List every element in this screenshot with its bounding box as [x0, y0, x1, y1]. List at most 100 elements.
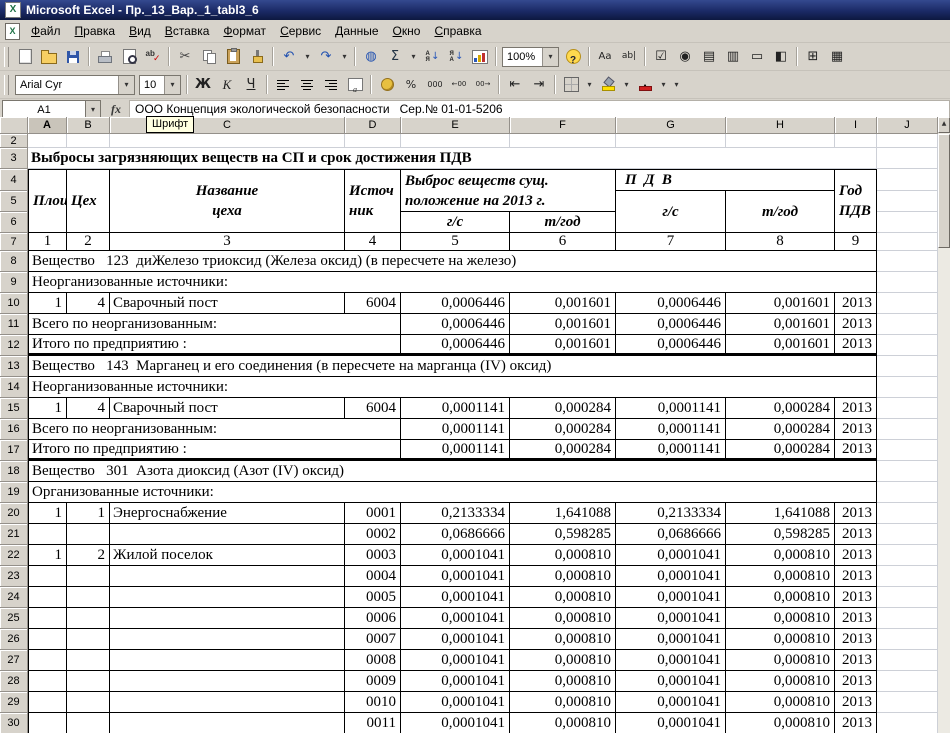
sheet-title-cell[interactable]: Выбросы загрязняющих веществ на СП и сро…	[28, 148, 877, 169]
cell[interactable]	[877, 293, 938, 314]
cell[interactable]: 0001	[345, 503, 401, 524]
row-header-27[interactable]: 27	[0, 650, 28, 671]
cell[interactable]	[67, 608, 110, 629]
new-workbook-button[interactable]	[13, 45, 37, 68]
chart-wizard-button[interactable]	[468, 45, 492, 68]
cell[interactable]: 0,000284	[510, 419, 616, 440]
cell[interactable]	[67, 692, 110, 713]
cell[interactable]: 6004	[345, 293, 401, 314]
scroll-up-icon[interactable]: ▲	[938, 117, 950, 133]
cell[interactable]: 0,001601	[510, 293, 616, 314]
cell[interactable]	[877, 650, 938, 671]
cell[interactable]: 0,0006446	[616, 335, 726, 356]
cell[interactable]	[877, 713, 938, 733]
zoom-combo[interactable]: 100%▾	[502, 47, 559, 67]
font-color-dropdown-icon[interactable]: ▾	[657, 73, 670, 96]
row-header-12[interactable]: 12	[0, 335, 28, 356]
cell[interactable]: 0006	[345, 608, 401, 629]
cell[interactable]	[28, 650, 67, 671]
cell[interactable]: 0,598285	[510, 524, 616, 545]
total-label-cell[interactable]: Итого по предприятию :	[28, 335, 401, 356]
column-header-d[interactable]: D	[345, 117, 401, 134]
cell[interactable]: 0,001601	[510, 335, 616, 356]
cell[interactable]: 2013	[835, 650, 877, 671]
menu-data[interactable]: Данные	[328, 21, 385, 41]
cell[interactable]: 0,0001041	[401, 545, 510, 566]
percent-style-button[interactable]: %	[399, 73, 423, 96]
toolbar-options-dropdown-icon[interactable]: ▾	[670, 73, 683, 96]
font-size-combo[interactable]: 10▾	[139, 75, 181, 95]
cell[interactable]	[67, 629, 110, 650]
cell[interactable]: 0,0001041	[401, 608, 510, 629]
print-button[interactable]	[93, 45, 117, 68]
cell[interactable]	[28, 566, 67, 587]
row-header-17[interactable]: 17	[0, 440, 28, 461]
header-vybros[interactable]: Выброс веществ сущ.положение на 2013 г.	[401, 169, 616, 212]
cell[interactable]	[110, 713, 345, 733]
row-header-24[interactable]: 24	[0, 587, 28, 608]
menu-insert[interactable]: Вставка	[158, 21, 217, 41]
command-button-control-button[interactable]: ▭	[745, 45, 769, 68]
cell[interactable]	[877, 335, 938, 356]
cell[interactable]: 0,000810	[726, 545, 835, 566]
cell[interactable]: 0,0001041	[616, 545, 726, 566]
cell[interactable]: 0,000810	[510, 545, 616, 566]
cell[interactable]: 0,0001041	[401, 650, 510, 671]
cell[interactable]	[616, 134, 726, 148]
cell[interactable]: 0,000810	[510, 629, 616, 650]
column-number-cell[interactable]: 9	[835, 233, 877, 251]
cell[interactable]: 0,001601	[726, 314, 835, 335]
insert-function-icon[interactable]: fx	[101, 102, 129, 117]
cell[interactable]: 0009	[345, 671, 401, 692]
header-gs[interactable]: г/с	[401, 212, 510, 233]
align-right-button[interactable]	[319, 73, 343, 96]
total-label-cell[interactable]: Всего по неорганизованным:	[28, 314, 401, 335]
cell[interactable]: 0,0001041	[616, 629, 726, 650]
cell[interactable]: Жилой поселок	[110, 545, 345, 566]
cell[interactable]: 0,0001041	[616, 713, 726, 733]
cell[interactable]: 0,0001141	[616, 440, 726, 461]
column-number-cell[interactable]: 3	[110, 233, 345, 251]
decrease-decimal-button[interactable]: 00→	[471, 73, 495, 96]
cell[interactable]	[67, 650, 110, 671]
cell[interactable]	[110, 671, 345, 692]
header-pdv-gs[interactable]: г/с	[616, 191, 726, 233]
cell[interactable]: 1,641088	[726, 503, 835, 524]
cell[interactable]: 0,000810	[726, 566, 835, 587]
cell[interactable]: 0002	[345, 524, 401, 545]
cell[interactable]: 0008	[345, 650, 401, 671]
select-all-corner[interactable]	[0, 117, 28, 134]
cell[interactable]: 2013	[835, 608, 877, 629]
row-header-21[interactable]: 21	[0, 524, 28, 545]
cell[interactable]	[110, 524, 345, 545]
cell[interactable]	[28, 713, 67, 733]
cell[interactable]: 2	[67, 545, 110, 566]
row-header-2[interactable]: 2	[0, 134, 28, 148]
cell[interactable]	[401, 134, 510, 148]
row-header-16[interactable]: 16	[0, 419, 28, 440]
row-header-8[interactable]: 8	[0, 251, 28, 272]
column-header-f[interactable]: F	[510, 117, 616, 134]
section-row-cell[interactable]: Вещество 301 Азота диоксид (Азот (IV) ок…	[28, 461, 877, 482]
cell[interactable]: 0,001601	[726, 335, 835, 356]
cell[interactable]: 0,0686666	[616, 524, 726, 545]
row-header-3[interactable]: 3	[0, 148, 28, 169]
cell[interactable]: 0,0001141	[401, 419, 510, 440]
row-header-18[interactable]: 18	[0, 461, 28, 482]
cell[interactable]	[67, 713, 110, 733]
cell[interactable]	[877, 629, 938, 650]
cell[interactable]: 2013	[835, 419, 877, 440]
row-header-4[interactable]: 4	[0, 169, 28, 191]
cell[interactable]: 0,0001141	[616, 398, 726, 419]
cell[interactable]	[28, 629, 67, 650]
cell[interactable]	[28, 608, 67, 629]
increase-indent-button[interactable]: ⇥	[527, 73, 551, 96]
cell[interactable]	[877, 191, 938, 212]
cells-grid-button[interactable]: ▦	[825, 45, 849, 68]
column-header-g[interactable]: G	[616, 117, 726, 134]
cell[interactable]: 0,0001141	[616, 419, 726, 440]
section-row-cell[interactable]: Вещество 123 диЖелезо триоксид (Железа о…	[28, 251, 877, 272]
cell[interactable]: 1	[28, 545, 67, 566]
section-row-cell[interactable]: Вещество 143 Марганец и его соединения (…	[28, 356, 877, 377]
cell[interactable]: 4	[67, 398, 110, 419]
